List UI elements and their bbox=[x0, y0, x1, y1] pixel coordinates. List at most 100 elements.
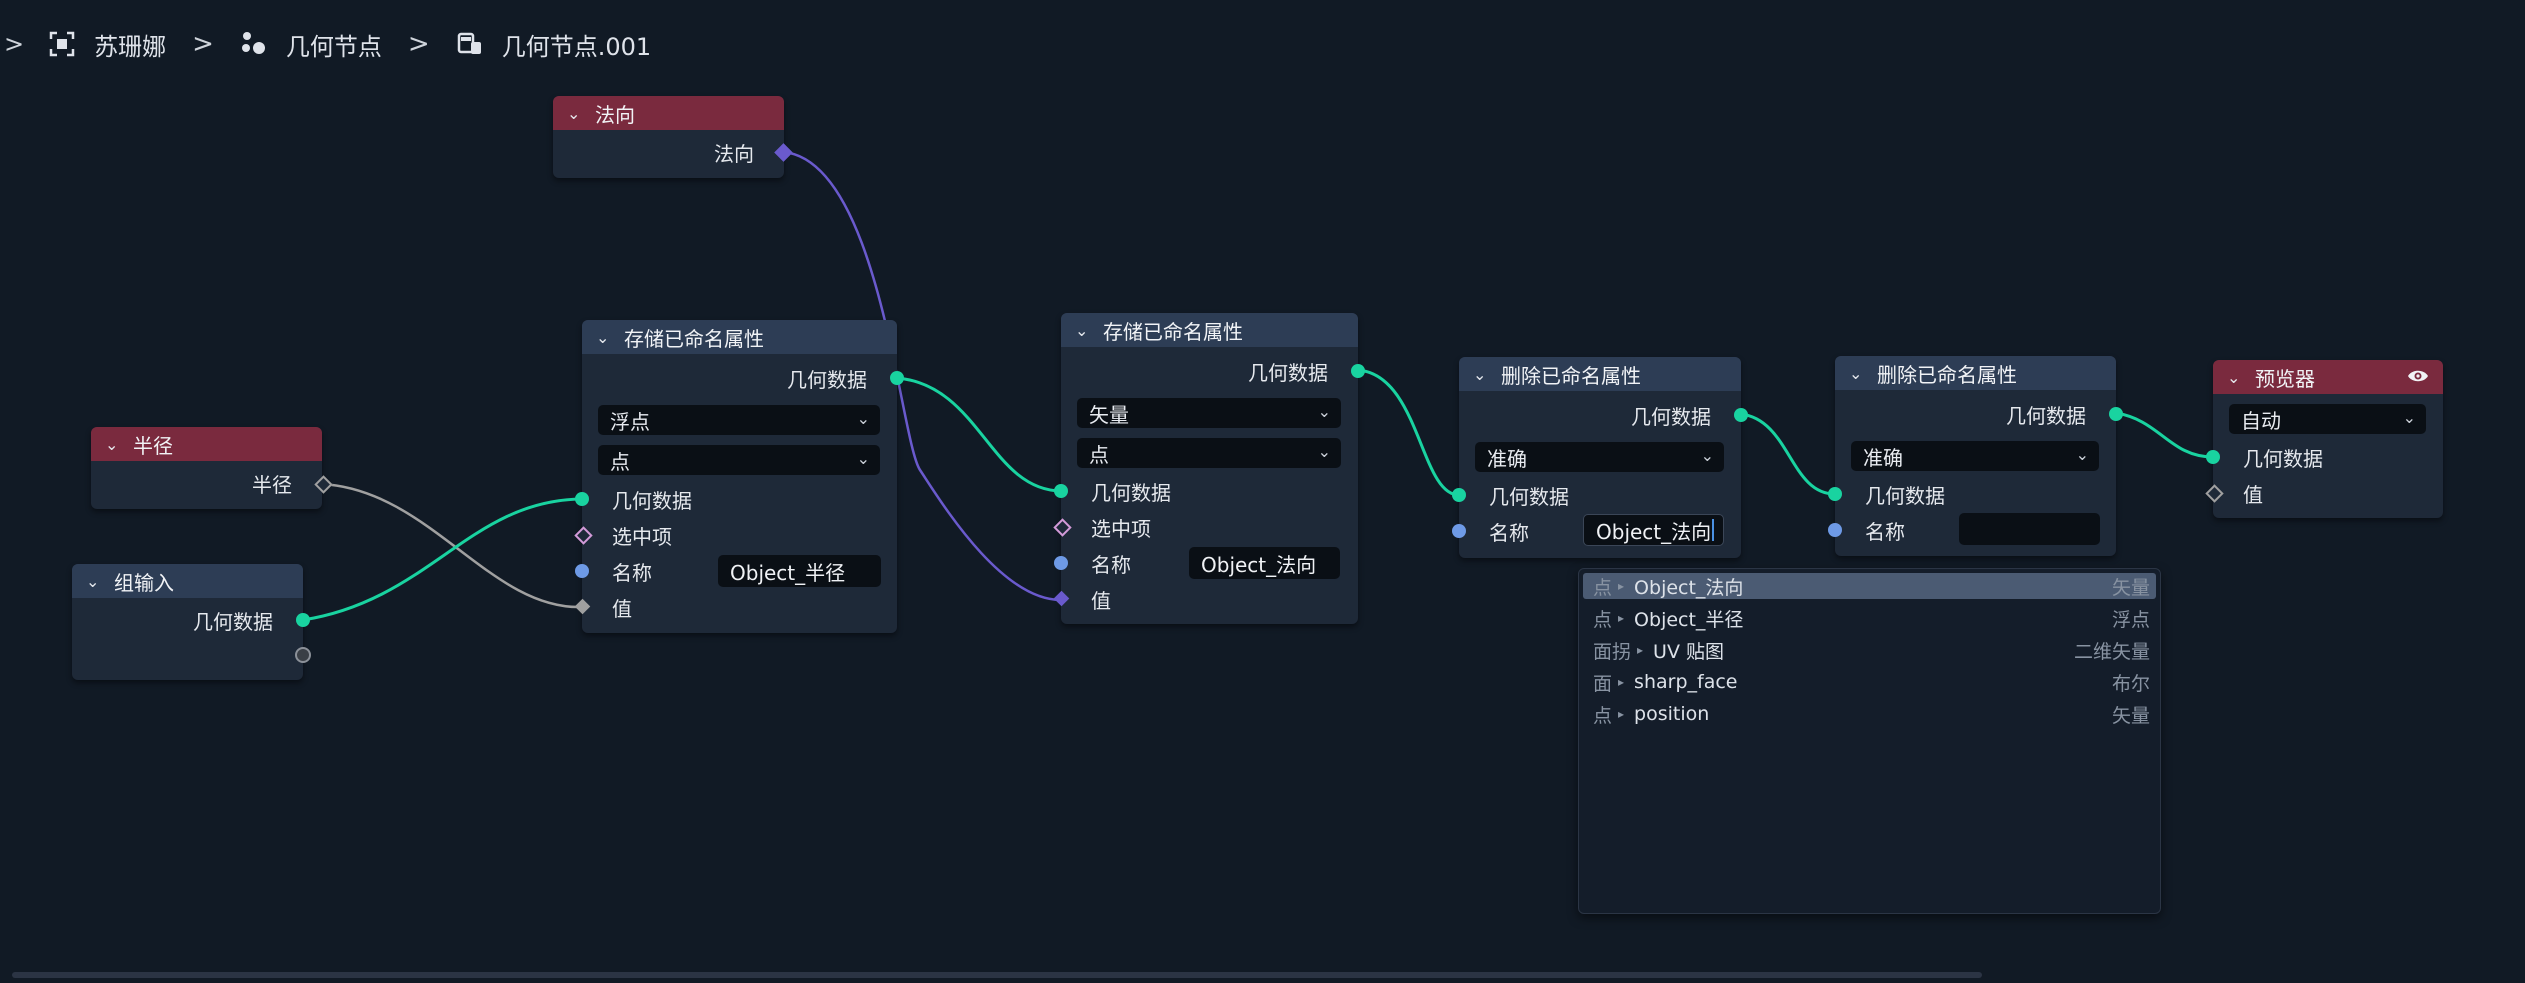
node-header[interactable]: ⌄ 存储已命名属性 bbox=[1061, 313, 1358, 347]
geometry-nodes-icon bbox=[240, 30, 268, 58]
node-title: 删除已命名属性 bbox=[1501, 363, 1641, 388]
node-radius[interactable]: ⌄ 半径 半径 bbox=[91, 427, 333, 509]
chevron-down-icon[interactable]: ⌄ bbox=[1075, 321, 1097, 340]
match-mode-select[interactable]: 准确 ⌄ bbox=[1475, 442, 1724, 472]
node-group-input[interactable]: ⌄ 组输入 几何数据 bbox=[72, 564, 311, 680]
socket-label: 名称 bbox=[612, 560, 652, 585]
triangle-right-icon: ▸ bbox=[1637, 643, 1644, 657]
geometry-socket-icon[interactable] bbox=[890, 371, 904, 385]
attribute-item[interactable]: 面拐 ▸ UV 贴图 二维矢量 bbox=[1583, 637, 2156, 663]
chevron-down-icon[interactable]: ⌄ bbox=[596, 328, 618, 347]
socket-label: 名称 bbox=[1489, 520, 1529, 545]
socket-label: 几何数据 bbox=[612, 488, 692, 513]
chevron-down-icon[interactable]: ⌄ bbox=[2227, 368, 2249, 387]
name-field[interactable] bbox=[1959, 513, 2100, 545]
geometry-socket-icon[interactable] bbox=[1054, 484, 1068, 498]
domain-select[interactable]: 自动 ⌄ bbox=[2229, 404, 2426, 434]
chevron-down-icon[interactable]: ⌄ bbox=[567, 104, 589, 123]
chevron-right-icon: > bbox=[407, 29, 430, 59]
input-geometry: 几何数据 bbox=[2213, 441, 2443, 473]
string-socket-icon[interactable] bbox=[575, 564, 589, 578]
input-value: 值 bbox=[1061, 583, 1358, 615]
select-value: 准确 bbox=[1487, 446, 1527, 471]
name-field-editing[interactable]: Object_法向 bbox=[1583, 514, 1724, 546]
name-field[interactable]: Object_半径 bbox=[718, 555, 881, 587]
chevron-down-icon[interactable]: ⌄ bbox=[1849, 364, 1871, 383]
attribute-name: sharp_face bbox=[1634, 671, 1738, 693]
attribute-item[interactable]: 点 ▸ Object_半径 浮点 bbox=[1583, 605, 2156, 631]
geometry-socket-icon[interactable] bbox=[575, 492, 589, 506]
attribute-item[interactable]: 点 ▸ Object_法向 矢量 bbox=[1583, 573, 2156, 599]
attribute-domain: 点 bbox=[1593, 608, 1613, 631]
attribute-domain: 点 bbox=[1593, 576, 1613, 599]
input-geometry: 几何数据 bbox=[1459, 479, 1741, 511]
select-value: 点 bbox=[610, 449, 630, 474]
domain-select[interactable]: 点 ⌄ bbox=[1077, 438, 1341, 468]
attribute-domain: 点 bbox=[1593, 704, 1613, 727]
select-value: 点 bbox=[1089, 442, 1109, 467]
data-type-select[interactable]: 矢量 ⌄ bbox=[1077, 398, 1341, 428]
breadcrumb-item-object[interactable]: 苏珊娜 bbox=[48, 27, 166, 62]
node-viewer[interactable]: ⌄ 预览器 自动 ⌄ 几何数据 值 bbox=[2205, 360, 2443, 518]
node-header[interactable]: ⌄ 预览器 bbox=[2213, 360, 2443, 394]
input-selection: 选中项 bbox=[1061, 511, 1358, 543]
chevron-down-icon: ⌄ bbox=[856, 449, 870, 468]
geometry-socket-icon[interactable] bbox=[296, 613, 310, 627]
output-geometry: 几何数据 bbox=[1061, 355, 1358, 387]
node-header[interactable]: ⌄ 删除已命名属性 bbox=[1835, 356, 2116, 390]
eye-icon[interactable] bbox=[2407, 365, 2429, 389]
chevron-down-icon[interactable]: ⌄ bbox=[86, 572, 108, 591]
chevron-right-icon[interactable]: > bbox=[4, 30, 24, 58]
geometry-socket-icon[interactable] bbox=[2109, 407, 2123, 421]
attribute-item[interactable]: 点 ▸ position 矢量 bbox=[1583, 701, 2156, 727]
match-mode-select[interactable]: 准确 ⌄ bbox=[1851, 441, 2099, 471]
link-group-geometry bbox=[302, 497, 583, 622]
socket-label: 几何数据 bbox=[193, 609, 273, 634]
string-socket-icon[interactable] bbox=[1828, 523, 1842, 537]
text-cursor bbox=[1712, 519, 1715, 541]
node-store-named-attribute-2[interactable]: ⌄ 存储已命名属性 几何数据 矢量 ⌄ 点 ⌄ 几何数据 选中项 名称 Object_… bbox=[1053, 313, 1365, 624]
input-geometry: 几何数据 bbox=[1835, 478, 2116, 510]
domain-select[interactable]: 点 ⌄ bbox=[598, 445, 880, 475]
object-icon bbox=[48, 30, 76, 58]
input-selection: 选中项 bbox=[582, 519, 897, 551]
link-radius bbox=[321, 482, 583, 609]
node-header[interactable]: ⌄ 存储已命名属性 bbox=[582, 320, 897, 354]
node-header[interactable]: ⌄ 半径 bbox=[91, 427, 322, 461]
horizontal-scrollbar[interactable] bbox=[12, 972, 1982, 978]
socket-label: 几何数据 bbox=[1865, 483, 1945, 508]
attribute-domain: 面 bbox=[1593, 672, 1613, 695]
node-header[interactable]: ⌄ 组输入 bbox=[72, 564, 303, 598]
breadcrumb-item-modifier[interactable]: 几何节点 bbox=[240, 27, 382, 62]
empty-socket-icon[interactable] bbox=[295, 647, 311, 663]
breadcrumb-item-node-tree[interactable]: 几何节点.001 bbox=[456, 27, 651, 62]
geometry-socket-icon[interactable] bbox=[2206, 450, 2220, 464]
node-store-named-attribute-1[interactable]: ⌄ 存储已命名属性 几何数据 浮点 ⌄ 点 ⌄ 几何数据 选中项 名称 Object_… bbox=[574, 320, 904, 633]
input-value: 值 bbox=[2213, 477, 2443, 509]
node-title: 删除已命名属性 bbox=[1877, 362, 2017, 387]
node-header[interactable]: ⌄ 删除已命名属性 bbox=[1459, 357, 1741, 391]
breadcrumb-label: 几何节点 bbox=[285, 32, 382, 61]
socket-label: 几何数据 bbox=[2243, 446, 2323, 471]
geometry-socket-icon[interactable] bbox=[1452, 488, 1466, 502]
chevron-down-icon[interactable]: ⌄ bbox=[1473, 365, 1495, 384]
geometry-socket-icon[interactable] bbox=[1828, 487, 1842, 501]
string-socket-icon[interactable] bbox=[1452, 524, 1466, 538]
node-remove-named-attribute-2[interactable]: ⌄ 删除已命名属性 几何数据 准确 ⌄ 几何数据 名称 bbox=[1828, 356, 2123, 556]
geometry-socket-icon[interactable] bbox=[1734, 408, 1748, 422]
socket-label: 法向 bbox=[714, 141, 754, 166]
socket-label: 值 bbox=[2243, 482, 2263, 507]
attribute-search-dropdown[interactable]: 点 ▸ Object_法向 矢量 点 ▸ Object_半径 浮点 面拐 ▸ UV 贴图 二维矢量… bbox=[1578, 568, 2161, 914]
attribute-item[interactable]: 面 ▸ sharp_face 布尔 bbox=[1583, 669, 2156, 695]
attribute-type: 布尔 bbox=[2111, 672, 2150, 695]
node-header[interactable]: ⌄ 法向 bbox=[553, 96, 784, 130]
name-field[interactable]: Object_法向 bbox=[1189, 547, 1340, 579]
data-type-select[interactable]: 浮点 ⌄ bbox=[598, 405, 880, 435]
attribute-domain: 面拐 bbox=[1593, 640, 1632, 663]
socket-label: 名称 bbox=[1865, 519, 1905, 544]
node-remove-named-attribute-1[interactable]: ⌄ 删除已命名属性 几何数据 准确 ⌄ 几何数据 名称 Object_法向 bbox=[1452, 357, 1748, 558]
node-normal[interactable]: ⌄ 法向 法向 bbox=[553, 96, 793, 178]
string-socket-icon[interactable] bbox=[1054, 556, 1068, 570]
chevron-down-icon[interactable]: ⌄ bbox=[105, 435, 127, 454]
geometry-socket-icon[interactable] bbox=[1351, 364, 1365, 378]
